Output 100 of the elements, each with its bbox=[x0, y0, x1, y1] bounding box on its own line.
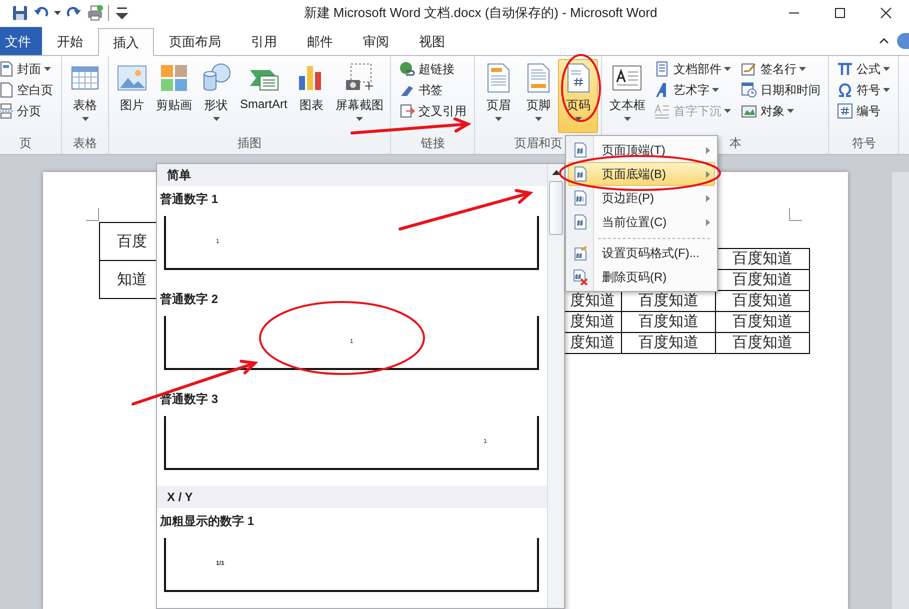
caret-icon bbox=[883, 67, 890, 71]
submenu-arrow-icon bbox=[706, 194, 710, 202]
ribbon-button[interactable]: 文档部件 bbox=[651, 59, 734, 79]
ribbon-button[interactable]: 页眉 bbox=[478, 59, 518, 133]
pi-icon bbox=[837, 61, 854, 77]
delete-page-number-icon bbox=[572, 269, 588, 285]
table-cell: 百度知道 bbox=[716, 333, 810, 354]
ribbon-button[interactable]: 交叉引用 bbox=[396, 101, 470, 121]
ribbon-button[interactable]: 页脚 bbox=[518, 59, 558, 133]
ribbon-button[interactable]: 超链接 bbox=[396, 59, 470, 79]
ribbon-tab[interactable]: 视图 bbox=[404, 27, 460, 55]
caret-icon bbox=[883, 88, 890, 92]
object-icon bbox=[741, 103, 758, 119]
ribbon-button[interactable]: 空白页 bbox=[0, 80, 56, 100]
format-page-number-icon bbox=[572, 245, 588, 261]
ribbon-tab[interactable]: 审阅 bbox=[348, 27, 404, 55]
ribbon-button[interactable]: 符号 bbox=[834, 80, 894, 100]
gallery-section-header: 简单 bbox=[157, 164, 547, 186]
ribbon-tab[interactable]: 页面布局 bbox=[154, 27, 236, 55]
ribbon-button[interactable]: 对象 bbox=[738, 101, 824, 121]
submenu-arrow-icon bbox=[706, 170, 710, 178]
page-break-icon bbox=[0, 103, 14, 119]
table-cell: 百度知道 bbox=[716, 291, 810, 312]
scroll-thumb[interactable] bbox=[549, 181, 563, 235]
menu-item[interactable]: 删除页码(R) bbox=[568, 265, 715, 289]
cross-reference-icon bbox=[399, 103, 416, 119]
caret-icon[interactable] bbox=[54, 11, 61, 15]
ribbon-button[interactable]: 表格 bbox=[65, 59, 105, 133]
ribbon-button[interactable]: SmartArt bbox=[236, 59, 292, 133]
group-label: 符号 bbox=[852, 135, 876, 152]
caret-icon bbox=[212, 117, 220, 121]
ribbon-button[interactable]: 图表 bbox=[291, 59, 332, 133]
ribbon-button[interactable]: 文本框 bbox=[605, 59, 650, 133]
ribbon-tab[interactable]: 邮件 bbox=[292, 27, 348, 55]
ribbon-button[interactable]: 形状 bbox=[196, 59, 236, 133]
caret-icon bbox=[724, 109, 732, 113]
ribbon-button[interactable]: 图片 bbox=[112, 59, 152, 133]
print-preview-icon[interactable] bbox=[87, 5, 103, 21]
caret-icon bbox=[624, 117, 631, 121]
ribbon-tab[interactable]: 开始 bbox=[42, 27, 98, 55]
group-label: 插图 bbox=[238, 135, 262, 152]
ribbon-button[interactable]: 公式 bbox=[834, 59, 894, 79]
caret-icon bbox=[82, 117, 88, 121]
page-number-icon bbox=[572, 214, 588, 230]
submenu-arrow-icon bbox=[706, 218, 710, 226]
caret-icon bbox=[712, 88, 720, 92]
ribbon-tab[interactable]: 引用 bbox=[236, 27, 292, 55]
menu-item[interactable]: 页边距(P) bbox=[568, 186, 715, 210]
ribbon-button[interactable]: 剪贴画 bbox=[152, 59, 196, 133]
gallery-item-title: 加粗显示的数字 1 bbox=[158, 513, 256, 530]
cover-page-icon bbox=[0, 61, 14, 77]
ribbon-button[interactable]: 日期和时间 bbox=[738, 80, 824, 100]
submenu-arrow-icon bbox=[706, 146, 710, 154]
menu-item[interactable]: 当前位置(C) bbox=[568, 210, 715, 234]
table-cell: 百度知道 bbox=[622, 333, 716, 354]
window-title: 新建 Microsoft Word 文档.docx (自动保存的) - Microsoft Word bbox=[302, 4, 658, 22]
gallery-item-title: 普通数字 2 bbox=[159, 291, 220, 308]
ribbon-button[interactable]: 签名行 bbox=[738, 59, 824, 79]
menu-item[interactable]: 页面顶端(T) bbox=[568, 138, 715, 162]
group-label: 链接 bbox=[420, 135, 445, 152]
clipart-icon bbox=[158, 62, 190, 94]
table-cell: 百度知道 bbox=[622, 312, 716, 333]
caret-icon bbox=[494, 117, 502, 121]
ribbon-tab[interactable]: 文件 bbox=[0, 27, 42, 55]
ribbon-button[interactable]: 页码 bbox=[558, 59, 598, 133]
maximize-icon bbox=[834, 7, 846, 19]
document-parts-icon bbox=[654, 61, 670, 77]
ribbon-button[interactable]: 封面 bbox=[0, 59, 56, 79]
menu-item[interactable]: 页面底端(B) bbox=[568, 162, 715, 186]
gallery-item-title: 普通数字 1 bbox=[159, 191, 220, 208]
close-icon bbox=[880, 7, 892, 19]
ribbon-button[interactable]: 艺术字 bbox=[651, 80, 734, 100]
table-cell-text: 知道 bbox=[116, 270, 148, 290]
omega-icon bbox=[837, 82, 854, 98]
scroll-up-icon[interactable] bbox=[552, 170, 560, 175]
caret-icon bbox=[356, 117, 363, 121]
drop-cap-icon bbox=[654, 103, 670, 119]
crop-mark-icon bbox=[86, 208, 99, 221]
group-label: 本 bbox=[729, 135, 742, 152]
ribbon-tab[interactable]: 插入 bbox=[98, 28, 154, 56]
page-number-icon bbox=[572, 142, 588, 158]
customize-toolbar-icon[interactable] bbox=[114, 5, 130, 21]
collapse-ribbon-icon[interactable] bbox=[879, 37, 889, 45]
group-label: 表格 bbox=[73, 135, 97, 152]
caret-icon bbox=[534, 117, 542, 121]
caret-icon bbox=[787, 109, 794, 113]
ribbon-button[interactable]: 分页 bbox=[0, 101, 56, 121]
globe-link-icon bbox=[399, 61, 416, 77]
save-icon[interactable] bbox=[12, 5, 28, 21]
ribbon-button[interactable]: 屏幕截图 bbox=[331, 59, 388, 133]
ellipse-annotation bbox=[561, 54, 601, 122]
crop-mark-icon bbox=[789, 208, 802, 221]
table-cell: 百度知道 bbox=[716, 312, 810, 333]
ribbon-button[interactable]: 书签 bbox=[396, 80, 470, 100]
calendar-clock-icon bbox=[741, 82, 758, 98]
menu-item[interactable]: 设置页码格式(F)... bbox=[568, 234, 715, 265]
group-label: 页 bbox=[20, 135, 32, 152]
gallery-scrollbar[interactable] bbox=[547, 164, 564, 608]
number-sign-icon bbox=[837, 103, 854, 119]
ribbon-button[interactable]: 编号 bbox=[834, 101, 894, 121]
